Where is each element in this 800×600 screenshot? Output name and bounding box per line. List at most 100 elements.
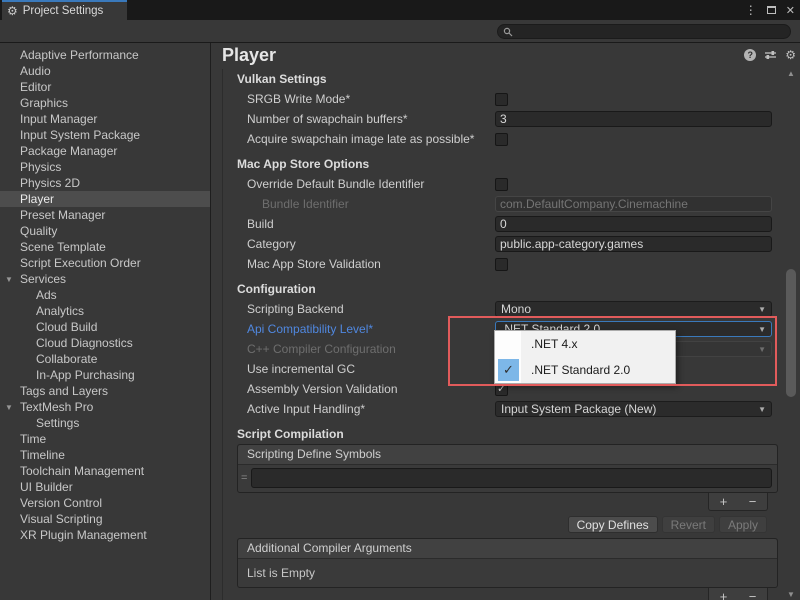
sidebar-item-in-app-purchasing[interactable]: In-App Purchasing	[0, 367, 210, 383]
sidebar-item-quality[interactable]: Quality	[0, 223, 210, 239]
menu-item-label: .NET Standard 2.0	[531, 363, 630, 377]
text-field-category[interactable]	[495, 236, 772, 252]
settings-row-number-of-swapchain-buffers: Number of swapchain buffers*	[237, 109, 780, 129]
define-symbol-input[interactable]	[251, 468, 772, 488]
sidebar-item-input-system-package[interactable]: Input System Package	[0, 127, 210, 143]
field-label: Build	[237, 217, 495, 231]
add-button[interactable]: +	[720, 590, 728, 600]
sidebar-item-audio[interactable]: Audio	[0, 63, 210, 79]
sidebar-item-physics[interactable]: Physics	[0, 159, 210, 175]
sidebar-item-label: Adaptive Performance	[20, 48, 139, 62]
project-settings-window: ⚙ Project Settings ⋮ ✕ Adaptive Performa…	[0, 0, 800, 600]
sidebar-item-visual-scripting[interactable]: Visual Scripting	[0, 511, 210, 527]
text-field-number-of-swapchain-buffers[interactable]	[495, 111, 772, 127]
menu-item-net-4x[interactable]: .NET 4.x	[495, 331, 675, 357]
checkbox-srgb-write-mode[interactable]	[495, 93, 508, 106]
sidebar-item-label: Ads	[36, 288, 57, 302]
foldout-arrow-icon[interactable]: ▼	[5, 272, 13, 288]
section-header-vulkan-settings: Vulkan Settings	[237, 69, 780, 89]
sidebar-item-timeline[interactable]: Timeline	[0, 447, 210, 463]
sidebar-item-editor[interactable]: Editor	[0, 79, 210, 95]
sidebar-item-cloud-diagnostics[interactable]: Cloud Diagnostics	[0, 335, 210, 351]
sidebar-item-player[interactable]: Player	[0, 191, 210, 207]
sidebar-item-label: Physics	[20, 160, 61, 174]
sidebar-item-ui-builder[interactable]: UI Builder	[0, 479, 210, 495]
field-label: Mac App Store Validation	[237, 257, 495, 271]
copy-defines-button[interactable]: Copy Defines	[568, 516, 658, 533]
settings-row-acquire-swapchain-image-late-as-possible: Acquire swapchain image late as possible…	[237, 129, 780, 149]
dropdown-scripting-backend[interactable]: Mono▼	[495, 301, 772, 317]
additional-compiler-arguments-box: Additional Compiler Arguments List is Em…	[237, 538, 778, 588]
scroll-up-icon[interactable]: ▲	[783, 69, 799, 78]
revert-button[interactable]: Revert	[662, 516, 715, 533]
sidebar-item-physics-2d[interactable]: Physics 2D	[0, 175, 210, 191]
sidebar-item-analytics[interactable]: Analytics	[0, 303, 210, 319]
vertical-scrollbar[interactable]: ▲ ▼	[783, 67, 799, 600]
sidebar-item-cloud-build[interactable]: Cloud Build	[0, 319, 210, 335]
sidebar-item-xr-plugin-management[interactable]: XR Plugin Management	[0, 527, 210, 543]
presets-icon[interactable]	[764, 49, 777, 61]
sidebar-item-label: TextMesh Pro	[20, 400, 93, 414]
settings-row-mac-app-store-validation: Mac App Store Validation	[237, 254, 780, 274]
add-button[interactable]: +	[720, 495, 728, 509]
field-label: Category	[237, 237, 495, 251]
sidebar-item-preset-manager[interactable]: Preset Manager	[0, 207, 210, 223]
list-empty-label: List is Empty	[238, 559, 777, 587]
maximize-icon[interactable]	[767, 6, 776, 14]
remove-button[interactable]: −	[749, 590, 757, 600]
search-box[interactable]	[497, 24, 791, 39]
remove-button[interactable]: −	[749, 495, 757, 509]
sidebar-item-settings[interactable]: Settings	[0, 415, 210, 431]
text-field-bundle-identifier[interactable]	[495, 196, 772, 212]
field-label: Bundle Identifier	[237, 197, 495, 211]
menu-item-net-standard-20[interactable]: ✓ .NET Standard 2.0	[495, 357, 675, 383]
section-header-mac-app-store-options: Mac App Store Options	[237, 154, 780, 174]
sidebar-item-label: Timeline	[20, 448, 65, 462]
sidebar-item-ads[interactable]: Ads	[0, 287, 210, 303]
help-icon[interactable]: ?	[744, 49, 756, 61]
sidebar-item-collaborate[interactable]: Collaborate	[0, 351, 210, 367]
checkbox-assembly-version-validation[interactable]: ✓	[495, 383, 508, 396]
sidebar-item-label: Player	[20, 192, 54, 206]
sidebar-item-package-manager[interactable]: Package Manager	[0, 143, 210, 159]
sidebar-item-adaptive-performance[interactable]: Adaptive Performance	[0, 47, 210, 63]
sidebar-item-scene-template[interactable]: Scene Template	[0, 239, 210, 255]
sidebar-item-label: Graphics	[20, 96, 68, 110]
chevron-down-icon: ▼	[758, 325, 766, 334]
sidebar-item-input-manager[interactable]: Input Manager	[0, 111, 210, 127]
gear-icon[interactable]: ⚙	[785, 49, 796, 61]
checkbox-override-default-bundle-identifier[interactable]	[495, 178, 508, 191]
sidebar-item-version-control[interactable]: Version Control	[0, 495, 210, 511]
search-input[interactable]	[516, 26, 776, 38]
chevron-down-icon: ▼	[758, 305, 766, 314]
tab-project-settings[interactable]: ⚙ Project Settings	[2, 0, 127, 20]
sidebar-item-label: Time	[20, 432, 46, 446]
drag-handle-icon[interactable]: =	[241, 472, 247, 484]
sidebar-item-tags-and-layers[interactable]: Tags and Layers	[0, 383, 210, 399]
checkbox-mac-app-store-validation[interactable]	[495, 258, 508, 271]
field-label: Assembly Version Validation	[237, 382, 495, 396]
sidebar-item-toolchain-management[interactable]: Toolchain Management	[0, 463, 210, 479]
sidebar-item-graphics[interactable]: Graphics	[0, 95, 210, 111]
checkbox-acquire-swapchain-image-late-as-possible[interactable]	[495, 133, 508, 146]
apply-button[interactable]: Apply	[719, 516, 767, 533]
settings-row-scripting-backend: Scripting BackendMono▼	[237, 299, 780, 319]
text-field-build[interactable]	[495, 216, 772, 232]
settings-row-srgb-write-mode: SRGB Write Mode*	[237, 89, 780, 109]
dropdown-active-input-handling[interactable]: Input System Package (New)▼	[495, 401, 772, 417]
scrollbar-thumb[interactable]	[786, 269, 796, 397]
sidebar-item-label: Audio	[20, 64, 51, 78]
foldout-arrow-icon[interactable]: ▼	[5, 400, 13, 416]
close-icon[interactable]: ✕	[786, 4, 795, 17]
field-label: Scripting Backend	[237, 302, 495, 316]
sidebar-item-script-execution-order[interactable]: Script Execution Order	[0, 255, 210, 271]
settings-row-active-input-handling: Active Input Handling*Input System Packa…	[237, 399, 780, 419]
sidebar-item-label: Editor	[20, 80, 51, 94]
scroll-down-icon[interactable]: ▼	[783, 590, 799, 599]
sidebar-item-time[interactable]: Time	[0, 431, 210, 447]
sidebar-item-label: Input System Package	[20, 128, 140, 142]
scripting-define-symbols-title: Scripting Define Symbols	[238, 445, 777, 465]
menu-kebab-icon[interactable]: ⋮	[745, 3, 757, 17]
sidebar-item-services[interactable]: ▼Services	[0, 271, 210, 287]
sidebar-item-textmesh-pro[interactable]: ▼ TextMesh Pro	[0, 399, 210, 415]
